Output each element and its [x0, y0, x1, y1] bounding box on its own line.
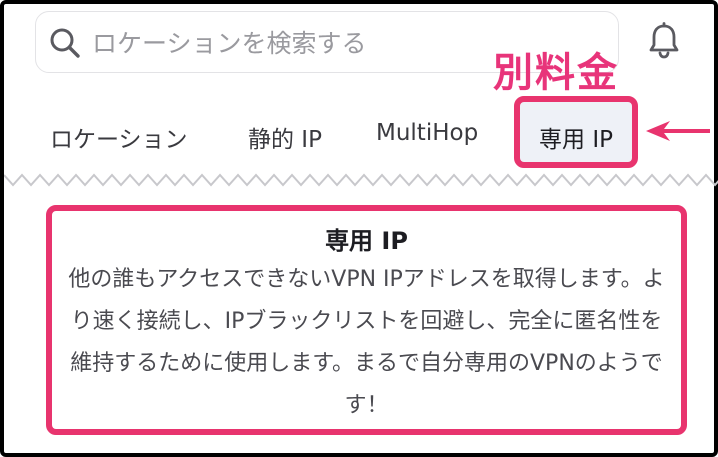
panel-description: 他の誰もアクセスできないVPN IPアドレスを取得します。より速く接続し、IPブ…	[68, 267, 665, 418]
pointer-arrow-icon	[646, 121, 710, 141]
screenshot-frame: 別料金 ロケーション 静的 IP MultiHop 専用 IP 専用 IP 他の…	[0, 0, 718, 457]
dedicated-ip-info-panel: 専用 IP 他の誰もアクセスできないVPN IPアドレスを取得します。より速く接…	[46, 205, 687, 435]
tab-multihop[interactable]: MultiHop	[376, 120, 478, 146]
zigzag-divider	[4, 173, 718, 187]
search-icon	[50, 28, 80, 58]
extra-charge-annotation: 別料金	[493, 50, 619, 96]
tab-static-ip[interactable]: 静的 IP	[248, 120, 322, 154]
panel-title: 専用 IP	[325, 227, 408, 255]
tab-dedicated-ip[interactable]: 専用 IP	[514, 96, 638, 168]
bell-icon[interactable]	[647, 22, 681, 60]
tab-dedicated-ip-label: 専用 IP	[539, 127, 613, 153]
tab-locations[interactable]: ロケーション	[50, 120, 188, 154]
